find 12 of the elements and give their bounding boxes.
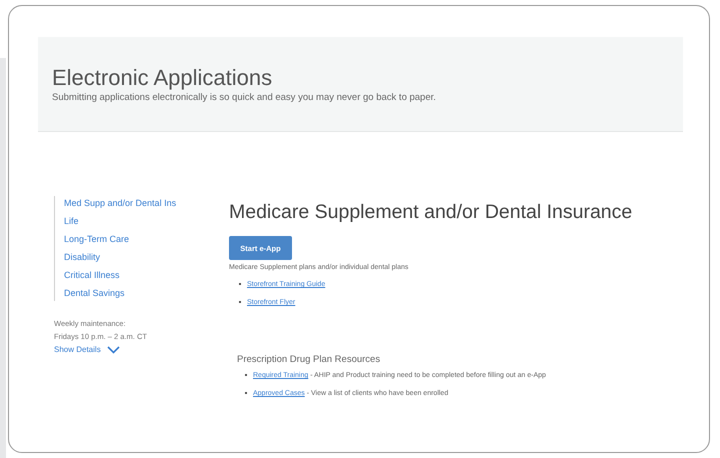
page-subtitle: Submitting applications electronically is so quick and easy you may never go back to paper. [52, 92, 437, 103]
page-title: Electronic Applications [52, 65, 274, 91]
sidebar-item[interactable]: Long-Term Care [64, 234, 229, 245]
section-title: Medicare Supplement and/or Dental Insurance [229, 201, 632, 224]
sidebar-item[interactable]: Med Supp and/or Dental Ins [64, 198, 229, 209]
resources-heading: Prescription Drug Plan Resources [237, 354, 382, 365]
chevron-down-icon[interactable] [106, 346, 120, 354]
sidebar-item[interactable]: Critical Illness [64, 270, 229, 281]
sidebar-item[interactable]: Dental Savings [64, 288, 229, 299]
sidebar-item[interactable]: Disability [64, 252, 229, 263]
sidebar-item[interactable]: Life [64, 216, 229, 227]
show-details-link[interactable]: Show Details [54, 345, 101, 354]
